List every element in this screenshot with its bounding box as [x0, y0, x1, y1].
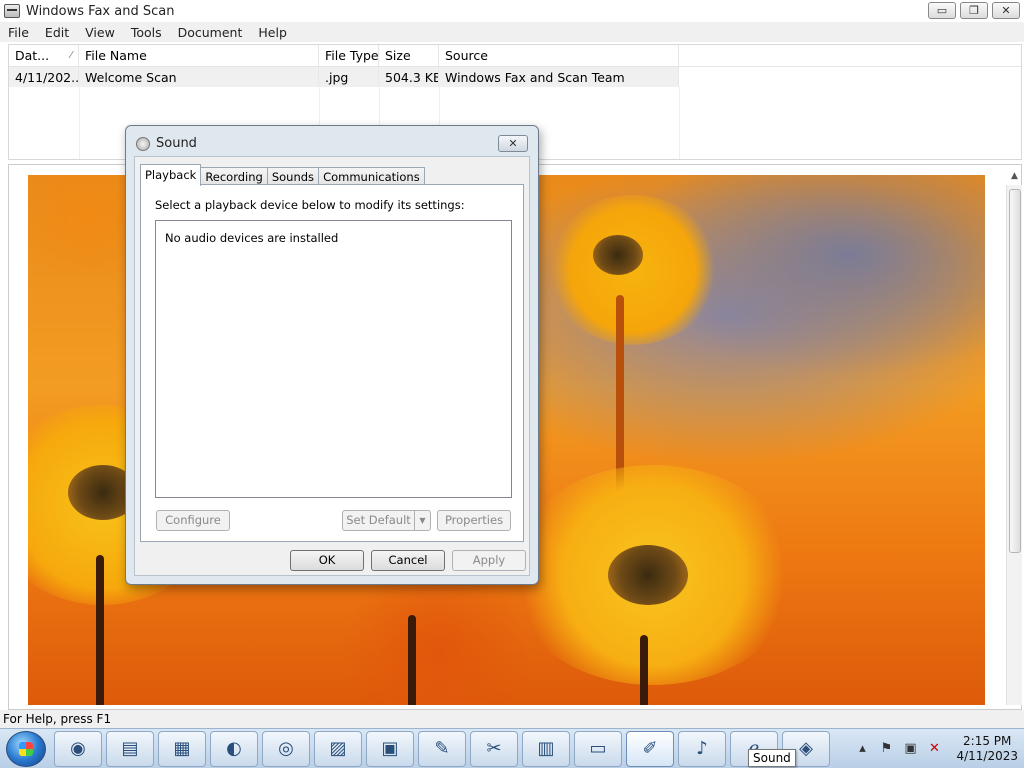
flower-stem: [408, 615, 416, 705]
apply-button[interactable]: Apply: [452, 550, 526, 571]
snipping-tool-icon[interactable]: ✂: [470, 730, 518, 767]
flower-center: [608, 545, 688, 605]
fax-scan-app-icon: [4, 4, 20, 18]
column-header-date-label: Dat...: [15, 48, 50, 63]
flower-stem: [640, 635, 648, 705]
playback-panel: Select a playback device below to modify…: [140, 184, 524, 542]
status-bar: For Help, press F1: [0, 710, 1024, 728]
window-titlebar: Windows Fax and Scan ▭ ❐ ✕: [0, 0, 1024, 22]
column-header-date[interactable]: Dat... ⁄: [9, 45, 79, 66]
set-default-label: Set Default: [346, 513, 411, 527]
column-divider: [679, 87, 680, 159]
scroll-up-icon[interactable]: ▲: [1011, 171, 1018, 181]
cancel-button[interactable]: Cancel: [371, 550, 445, 571]
menu-document[interactable]: Document: [170, 25, 251, 40]
dialog-tabs: Playback Recording Sounds Communications: [140, 164, 425, 186]
preview-scrollbar[interactable]: ▲ ▼: [1006, 171, 1022, 719]
flower-stem: [96, 555, 104, 705]
column-header-file-type[interactable]: File Type: [319, 45, 379, 66]
instruction-text: Select a playback device below to modify…: [155, 198, 465, 212]
column-divider: [79, 87, 80, 159]
sound-tooltip: Sound: [748, 749, 796, 767]
calculator-icon[interactable]: ▥: [522, 730, 570, 767]
sound-dialog: Sound ✕ Playback Recording Sounds Commun…: [125, 125, 539, 585]
dialog-close-button[interactable]: ✕: [498, 135, 528, 152]
network-icon[interactable]: ▣: [902, 741, 918, 757]
action-center-flag-icon[interactable]: ⚑: [878, 741, 894, 757]
playback-device-list[interactable]: No audio devices are installed: [155, 220, 512, 498]
column-header-size[interactable]: Size: [379, 45, 439, 66]
speaker-icon: [136, 136, 150, 151]
start-button[interactable]: [6, 730, 46, 767]
paint-icon[interactable]: ✎: [418, 730, 466, 767]
clock-time: 2:15 PM: [963, 734, 1012, 748]
column-header-source[interactable]: Source: [439, 45, 679, 66]
taskbar: ◉ ▤ ▦ ◐ ◎ ▨ ▣ ✎ ✂ ▥ ▭ ✐ ♪ ℯ ◈ ▴ ⚑ ▣ ✕ 2:…: [0, 728, 1024, 768]
sort-indicator-icon: ⁄: [70, 50, 72, 61]
column-header-file-name[interactable]: File Name: [79, 45, 319, 66]
ok-button[interactable]: OK: [290, 550, 364, 571]
clock-date: 4/11/2023: [956, 749, 1018, 763]
dialog-body: Playback Recording Sounds Communications…: [134, 156, 530, 576]
set-default-button[interactable]: Set Default ▼: [342, 510, 431, 531]
dialog-title: Sound: [156, 136, 197, 151]
cell-file-type: .jpg: [319, 67, 379, 87]
list-header: Dat... ⁄ File Name File Type Size Source: [9, 45, 1021, 67]
restore-button[interactable]: ❐: [960, 2, 988, 19]
configure-button[interactable]: Configure: [156, 510, 230, 531]
menu-help[interactable]: Help: [250, 25, 295, 40]
menu-edit[interactable]: Edit: [37, 25, 77, 40]
menu-view[interactable]: View: [77, 25, 123, 40]
properties-button[interactable]: Properties: [437, 510, 511, 531]
cell-file-name: Welcome Scan: [79, 67, 319, 87]
show-hidden-icons-icon[interactable]: ▴: [854, 741, 870, 757]
chrome-icon[interactable]: ◉: [54, 730, 102, 767]
chevron-down-icon[interactable]: ▼: [414, 511, 430, 530]
scrollbar-thumb[interactable]: [1009, 189, 1021, 553]
menu-bar: File Edit View Tools Document Help: [0, 22, 1024, 42]
sticky-notes-icon[interactable]: ▨: [314, 730, 362, 767]
flower-center: [593, 235, 643, 275]
dialog-titlebar: Sound: [136, 136, 197, 151]
clock[interactable]: 2:15 PM 4/11/2023: [956, 734, 1018, 764]
control-panel-icon[interactable]: ▦: [158, 730, 206, 767]
close-button[interactable]: ✕: [992, 2, 1020, 19]
fax-scan-icon[interactable]: ▭: [574, 730, 622, 767]
explorer-icon[interactable]: ▤: [106, 730, 154, 767]
window-controls: ▭ ❐ ✕: [928, 2, 1020, 19]
mouse-icon[interactable]: ◐: [210, 730, 258, 767]
speaker-icon[interactable]: ◎: [262, 730, 310, 767]
remote-desktop-icon[interactable]: ▣: [366, 730, 414, 767]
menu-file[interactable]: File: [0, 25, 37, 40]
window-title: Windows Fax and Scan: [26, 3, 175, 19]
system-tray: ▴ ⚑ ▣ ✕ 2:15 PM 4/11/2023: [854, 729, 1018, 768]
cell-size: 504.3 KB: [379, 67, 439, 87]
minimize-button[interactable]: ▭: [928, 2, 956, 19]
sound-recorder-icon[interactable]: ♪: [678, 730, 726, 767]
menu-tools[interactable]: Tools: [123, 25, 170, 40]
cell-source: Windows Fax and Scan Team: [439, 67, 679, 87]
status-text: For Help, press F1: [3, 712, 112, 726]
volume-muted-icon[interactable]: ✕: [926, 741, 942, 757]
table-row[interactable]: 4/11/202... Welcome Scan .jpg 504.3 KB W…: [9, 67, 679, 87]
notepad-icon[interactable]: ✐: [626, 730, 674, 767]
empty-device-message: No audio devices are installed: [165, 231, 339, 245]
cell-date: 4/11/202...: [9, 67, 79, 87]
tab-playback[interactable]: Playback: [140, 164, 202, 186]
